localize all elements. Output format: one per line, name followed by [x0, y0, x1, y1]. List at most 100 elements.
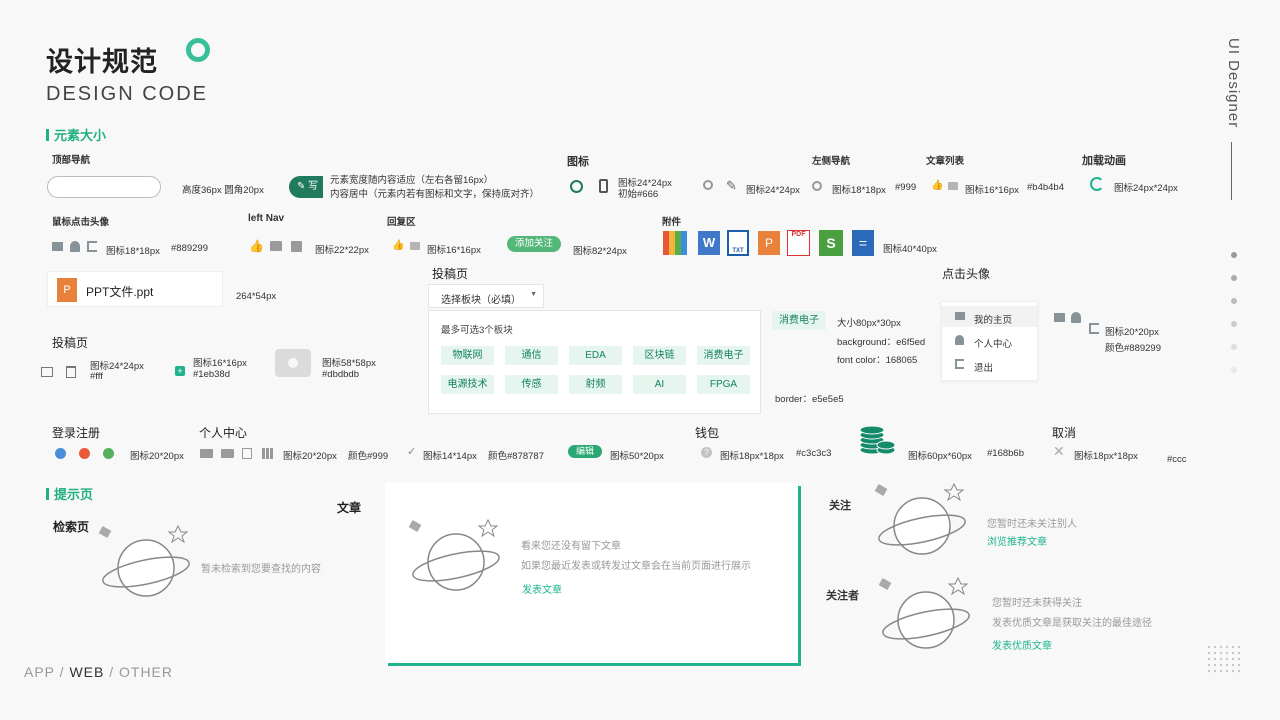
page-dot[interactable]: [1231, 252, 1237, 258]
board-tag-telecom[interactable]: 通信: [505, 346, 558, 365]
ppt-file-name: PPT文件.ppt: [86, 285, 154, 299]
menu-logout-icon: [955, 359, 964, 369]
submit-left-spec2a: 图标16*16px: [193, 358, 247, 369]
reply-label: 回复区: [387, 217, 416, 228]
article-list-spec: 图标16*16px: [965, 185, 1019, 196]
spec-logout-icon: [1089, 323, 1099, 334]
image-icon: [41, 367, 53, 377]
follow-empty-label: 关注: [829, 500, 851, 512]
top-nav-desc2: 内容居中（元素内若有图标和文字，保持底对齐）: [330, 189, 540, 200]
cancel-spec: 图标18px*18px: [1074, 451, 1138, 462]
board-select-placeholder: 选择板块（必填）: [441, 295, 521, 306]
wallet-spec2: 图标60px*60px: [908, 451, 972, 462]
mouse-avatar-color: #889299: [171, 243, 208, 254]
board-tag-power[interactable]: 电源技术: [441, 375, 494, 394]
loading-spec: 图标24px*24px: [1114, 183, 1178, 194]
trash-icon: [66, 366, 76, 378]
reply-like-icon: 👍: [392, 240, 405, 251]
left-guide-spec: 图标18*18px: [832, 185, 886, 196]
doc-icon: [242, 448, 252, 459]
board-select[interactable]: 选择板块（必填） ▼: [428, 284, 544, 308]
login-label: 登录注册: [52, 426, 101, 440]
box-icon: [291, 241, 302, 252]
write-button[interactable]: ✎ 写: [289, 176, 323, 198]
tag-sample[interactable]: 消费电子: [772, 311, 826, 330]
attachment-spec: 图标40*40px: [883, 244, 937, 255]
top-nav-label: 顶部导航: [52, 155, 91, 166]
spec-home-icon: [1054, 313, 1065, 322]
cancel-color: #ccc: [1167, 454, 1187, 465]
plus-icon: +: [175, 366, 185, 376]
footer-app[interactable]: APP: [24, 664, 55, 680]
submit-left-spec3b: #dbdbdb: [322, 369, 359, 380]
tag-spec-font: font color：168065: [837, 355, 918, 366]
attachment-label: 附件: [662, 217, 682, 228]
personal-color2: 颜色#878787: [488, 451, 544, 462]
home-icon: [52, 242, 63, 251]
camera-icon: [275, 349, 311, 377]
reply-button-spec: 图标82*24px: [573, 246, 627, 257]
personal-spec: 图标20*20px: [283, 451, 337, 462]
wallet-label: 钱包: [695, 426, 720, 440]
edit-button[interactable]: 编辑: [568, 445, 602, 458]
board-tag-eda[interactable]: EDA: [569, 346, 622, 365]
search-empty-label: 检索页: [53, 520, 90, 534]
brand-ring-icon: [186, 38, 210, 62]
follower-empty-label: 关注者: [826, 590, 859, 602]
footer-web[interactable]: WEB: [69, 664, 104, 680]
avatar-click-spec: 图标20*20px: [1105, 327, 1159, 338]
board-tag-iot[interactable]: 物联网: [441, 346, 494, 365]
mouse-avatar-label: 鼠标点击头像: [52, 217, 110, 228]
submit-left-spec3a: 图标58*58px: [322, 358, 376, 369]
wallet-color2: #168b6b: [987, 448, 1024, 459]
tag-spec-border: border：e5e5e5: [775, 394, 844, 405]
top-nav-search-input[interactable]: [47, 176, 161, 198]
tag-spec-bg: background：e6f5ed: [837, 337, 926, 348]
page-dot[interactable]: [1231, 298, 1237, 304]
top-nav-spec: 高度36px 圆角20px: [182, 185, 264, 196]
tag-spec-size: 大小80px*30px: [837, 318, 901, 329]
follow-empty-msg: 您暂时还未关注别人: [987, 519, 1077, 530]
message-icon: [270, 241, 282, 251]
page-dots[interactable]: [1231, 252, 1237, 373]
avatar-menu-logout-label[interactable]: 退出: [974, 360, 993, 374]
section-tips-title: 提示页: [46, 484, 93, 503]
publish-quality-link[interactable]: 发表优质文章: [992, 637, 1052, 652]
cancel-label: 取消: [1052, 426, 1077, 440]
ppt-file-card[interactable]: P PPT文件.ppt: [47, 271, 223, 307]
submit-left-spec1a: 图标24*24px: [90, 361, 144, 372]
coins-icon: [858, 424, 896, 456]
publish-article-link[interactable]: 发表文章: [522, 581, 562, 596]
personal-button-spec: 图标50*20px: [610, 451, 664, 462]
board-tag-rf[interactable]: 射频: [569, 375, 622, 394]
avatar-menu-home-label: 我的主页: [974, 315, 1013, 326]
planet-illustration: [876, 574, 972, 658]
page-dot[interactable]: [1231, 321, 1237, 327]
mouse-avatar-spec: 图标18*18px: [106, 246, 160, 257]
board-tag-fpga[interactable]: FPGA: [697, 375, 750, 394]
icons-spec3: 图标24*24px: [746, 185, 800, 196]
avatar-menu-personal-label[interactable]: 个人中心: [974, 336, 1012, 350]
loading-spinner-icon: [1090, 177, 1104, 191]
board-tag-sensor[interactable]: 传感: [505, 375, 558, 394]
footer-other[interactable]: OTHER: [119, 664, 173, 680]
wallet-color: #c3c3c3: [796, 448, 832, 459]
add-follow-button[interactable]: 添加关注: [507, 236, 561, 252]
page-dot[interactable]: [1231, 275, 1237, 281]
reply-spec: 图标16*16px: [427, 245, 481, 256]
board-tag-blockchain[interactable]: 区块链: [633, 346, 686, 365]
browse-recommend-link[interactable]: 浏览推荐文章: [987, 533, 1047, 548]
icons-spec2: 初始#666: [618, 189, 659, 200]
submit-left-label: 投稿页: [52, 336, 89, 350]
ppt-card-icon: P: [57, 278, 77, 302]
close-icon[interactable]: ✕: [1053, 444, 1065, 458]
pencil-icon: ✎: [297, 181, 306, 192]
board-tag-ai[interactable]: AI: [633, 375, 686, 394]
page-dot[interactable]: [1231, 344, 1237, 350]
word-file-icon: W: [698, 231, 720, 255]
board-tag-consumer[interactable]: 消费电子: [697, 346, 750, 365]
page-dot[interactable]: [1231, 367, 1237, 373]
footer-nav: APP / WEB / OTHER: [24, 664, 173, 680]
doc-file-icon: =: [852, 230, 874, 256]
thumb-up-icon: 👍: [931, 180, 944, 191]
